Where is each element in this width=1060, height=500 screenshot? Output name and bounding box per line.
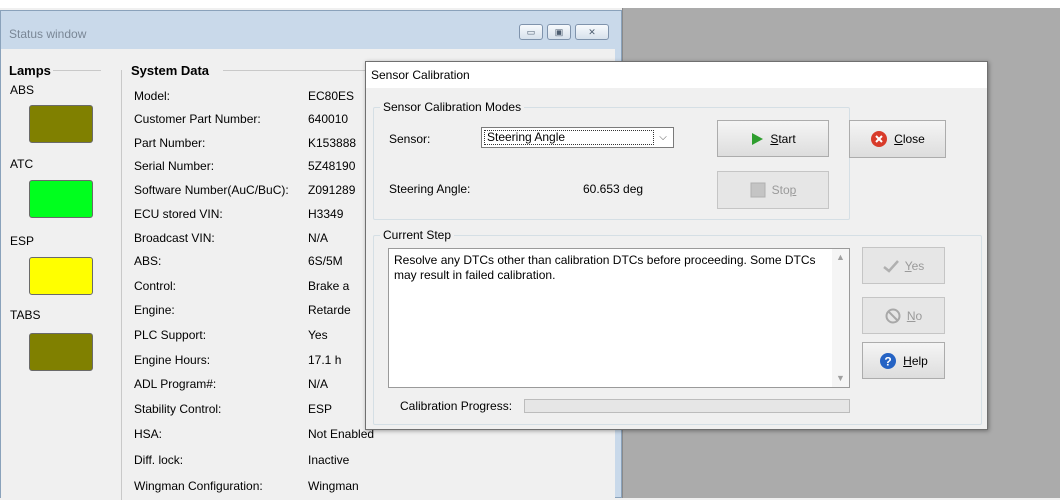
sys-value-plc-support: Yes [308, 328, 328, 342]
sys-label-engine: Engine: [134, 303, 175, 317]
lamps-heading: Lamps [9, 63, 51, 78]
sys-value-part-number: K153888 [308, 136, 357, 150]
sys-label-software-number: Software Number(AuC/BuC): [134, 183, 289, 197]
sys-value-broadcast-vin: N/A [308, 231, 329, 245]
sys-label-stability-control: Stability Control: [134, 402, 222, 416]
close-circle-icon [871, 131, 888, 147]
sys-label-broadcast-vin: Broadcast VIN: [134, 231, 215, 245]
help-button[interactable]: ? Help [862, 342, 945, 379]
sensor-label: Sensor: [389, 132, 431, 146]
desktop-top-strip [0, 0, 1060, 8]
sys-value-abs: 6S/5M [308, 254, 343, 268]
sys-label-customer-part-number: Customer Part Number: [134, 112, 261, 126]
close-button[interactable]: Close [849, 120, 946, 158]
checkmark-icon [882, 259, 899, 273]
sys-value-control: Brake a [308, 279, 350, 293]
yes-button[interactable]: Yes [862, 247, 945, 284]
sys-value-software-number: Z091289 [308, 183, 356, 197]
steering-angle-value: 60.653 deg [583, 182, 644, 196]
play-icon [752, 132, 764, 145]
calibration-modes-legend: Sensor Calibration Modes [380, 100, 525, 114]
vertical-scrollbar[interactable]: ▲ ▼ [832, 249, 849, 387]
sys-value-serial-number: 5Z48190 [308, 159, 356, 173]
lamp-abs [29, 105, 93, 143]
no-button-label: No [906, 308, 923, 323]
sys-value-engine: Retarde [308, 303, 351, 317]
status-window-title: Status window [9, 27, 87, 41]
sys-label-control: Control: [134, 279, 177, 293]
sys-label-abs: ABS: [134, 254, 162, 268]
maximize-button[interactable]: ▣ [547, 24, 571, 40]
sys-label-hsa: HSA: [134, 427, 163, 441]
stop-button-label: Stop [771, 183, 797, 197]
svg-text:?: ? [884, 354, 891, 368]
no-entry-icon [885, 308, 901, 323]
lamp-esp [29, 257, 93, 295]
dialog-title: Sensor Calibration [371, 68, 470, 82]
start-button-label: Start [770, 131, 796, 146]
sys-value-diff-lock: Inactive [308, 453, 350, 467]
lamps-separator [53, 70, 101, 71]
help-button-label: Help [903, 353, 928, 368]
help-icon: ? [880, 352, 897, 369]
sys-label-plc-support: PLC Support: [134, 328, 207, 342]
start-button[interactable]: Start [717, 120, 829, 157]
sys-value-adl-program: N/A [308, 377, 329, 391]
sys-label-part-number: Part Number: [134, 136, 206, 150]
sys-value-ecu-stored-vin: H3349 [308, 207, 344, 221]
minimize-button[interactable]: ▭ [519, 24, 543, 40]
sys-value-wingman-configuration: Wingman [308, 479, 359, 493]
dialog-titlebar: Sensor Calibration [366, 62, 987, 88]
sys-label-serial-number: Serial Number: [134, 159, 215, 173]
stop-button[interactable]: Stop [717, 171, 829, 209]
chevron-down-icon[interactable]: ⌵ [655, 129, 671, 146]
sys-value-model: EC80ES [308, 89, 355, 103]
sys-value-engine-hours: 17.1 h [308, 353, 342, 367]
close-button-label: Close [894, 132, 925, 146]
close-window-button[interactable]: ✕ [575, 24, 609, 40]
sensor-calibration-dialog: Sensor Calibration Sensor Calibration Mo… [365, 61, 988, 430]
sys-value-customer-part-number: 640010 [308, 112, 349, 126]
no-button[interactable]: No [862, 297, 945, 334]
lamp-label-tabs: TABS [10, 308, 41, 322]
scroll-up-icon[interactable]: ▲ [832, 249, 849, 266]
current-step-legend: Current Step [380, 228, 455, 242]
lamp-label-atc: ATC [10, 157, 34, 171]
scroll-down-icon[interactable]: ▼ [832, 370, 849, 387]
calibration-progress-bar [524, 399, 850, 413]
sys-label-engine-hours: Engine Hours: [134, 353, 211, 367]
sys-label-model: Model: [134, 89, 171, 103]
lamps-system-divider [121, 70, 122, 500]
sys-label-wingman-configuration: Wingman Configuration: [134, 479, 263, 493]
step-instructions-content: Resolve any DTCs other than calibration … [394, 253, 816, 282]
stop-icon [750, 182, 766, 198]
sys-label-diff-lock: Diff. lock: [134, 453, 184, 467]
sys-label-ecu-stored-vin: ECU stored VIN: [134, 207, 223, 221]
lamp-atc [29, 180, 93, 218]
lamp-tabs [29, 333, 93, 371]
sensor-select-value: Steering Angle [484, 130, 654, 145]
yes-button-label: Yes [904, 258, 925, 273]
lamp-label-esp: ESP [10, 234, 35, 248]
calibration-progress-label: Calibration Progress: [400, 399, 513, 413]
steering-angle-label: Steering Angle: [389, 182, 471, 196]
lamp-label-abs: ABS [10, 83, 35, 97]
sys-label-adl-program: ADL Program#: [134, 377, 217, 391]
sys-value-stability-control: ESP [308, 402, 333, 416]
system-data-heading: System Data [131, 63, 210, 78]
sensor-select[interactable]: Steering Angle ⌵ [481, 127, 674, 148]
step-instructions-text[interactable]: Resolve any DTCs other than calibration … [388, 248, 850, 388]
